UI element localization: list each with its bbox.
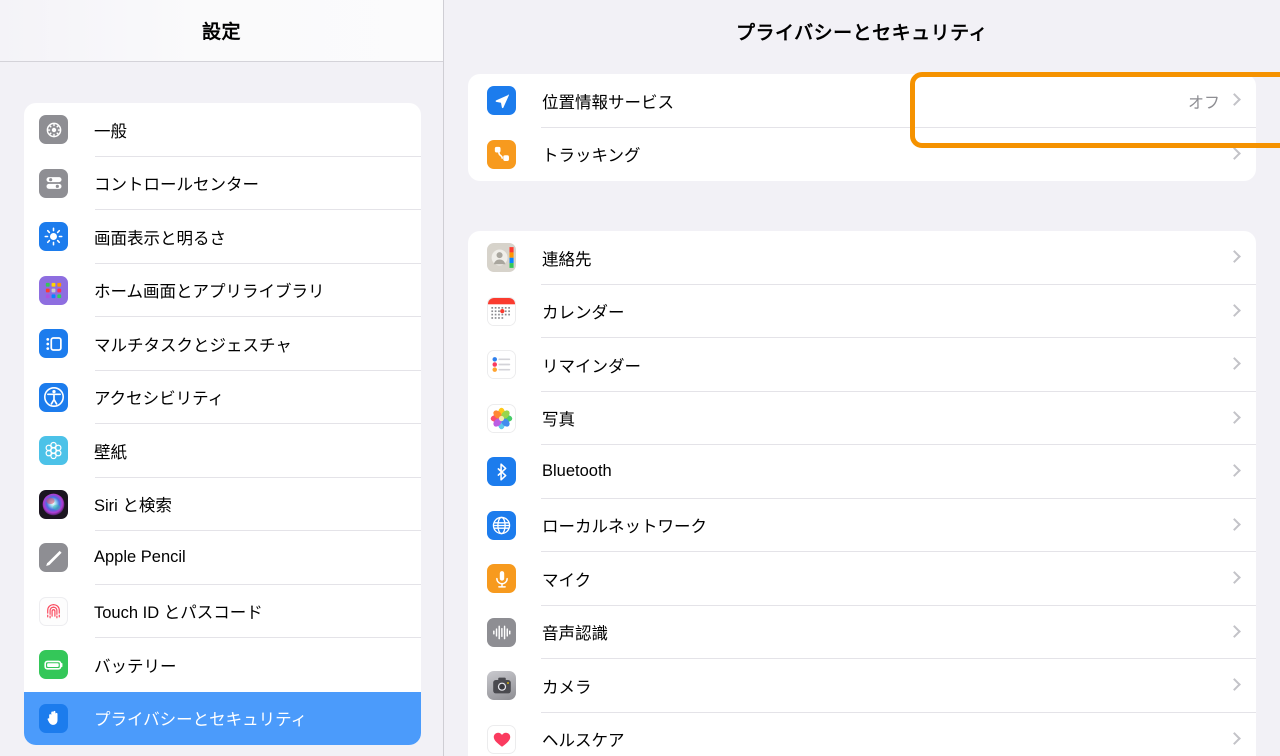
row-speech-recognition[interactable]: 音声認識	[468, 606, 1256, 659]
row-label: Bluetooth	[542, 462, 612, 481]
sidebar-item-wallpaper[interactable]: 壁紙	[24, 424, 421, 478]
chevron-right-icon	[1230, 93, 1239, 108]
row-label: 位置情報サービス	[542, 93, 674, 112]
chevron-right-icon	[1230, 678, 1239, 693]
sidebar-item-label: 画面表示と明るさ	[94, 229, 226, 248]
chevron-right-icon	[1230, 464, 1239, 479]
row-microphone[interactable]: マイク	[468, 552, 1256, 606]
row-bluetooth[interactable]: Bluetooth	[468, 445, 1256, 499]
sidebar-item-label: コントロールセンター	[94, 176, 259, 195]
gear-icon	[39, 115, 68, 145]
row-label: リマインダー	[542, 357, 641, 376]
chevron-right-icon	[1230, 304, 1239, 319]
row-contacts[interactable]: 連絡先	[468, 231, 1256, 285]
row-camera[interactable]: カメラ	[468, 659, 1256, 713]
sidebar-list: 一般 コントロールセンター 画面表示と明るさ ホーム画面とアプリライブラリ マル…	[24, 103, 421, 745]
sidebar-item-label: 一般	[94, 122, 127, 141]
sidebar-item-label: Siri と検索	[94, 497, 172, 516]
control-center-icon	[39, 168, 68, 198]
reminders-icon	[487, 350, 516, 380]
sidebar-item-touch-id[interactable]: Touch ID とパスコード	[24, 585, 421, 638]
row-label: 写真	[542, 411, 575, 430]
sidebar-item-label: バッテリー	[94, 657, 177, 676]
siri-icon	[39, 489, 68, 519]
sidebar-item-label: マルチタスクとジェスチャ	[94, 336, 292, 355]
health-icon	[487, 724, 516, 754]
sidebar-item-label: ホーム画面とアプリライブラリ	[94, 283, 325, 302]
row-label: カメラ	[542, 678, 592, 697]
chevron-right-icon	[1230, 357, 1239, 372]
location-tracking-group: 位置情報サービス オフ トラッキング	[468, 74, 1256, 181]
row-label: 連絡先	[542, 250, 592, 269]
row-reminders[interactable]: リマインダー	[468, 338, 1256, 392]
location-arrow-icon	[487, 86, 516, 116]
sidebar-header: 設定	[0, 0, 443, 62]
detail-header: プライバシーとセキュリティ	[444, 0, 1280, 62]
sidebar-item-siri-search[interactable]: Siri と検索	[24, 478, 421, 531]
accessibility-icon	[39, 382, 68, 412]
sidebar-item-label: プライバシーとセキュリティ	[94, 711, 308, 730]
sidebar-item-privacy-security[interactable]: プライバシーとセキュリティ	[24, 691, 421, 745]
chevron-right-icon	[1230, 518, 1239, 533]
apple-pencil-icon	[39, 543, 68, 573]
sidebar-item-accessibility[interactable]: アクセシビリティ	[24, 371, 421, 424]
row-label: ヘルスケア	[542, 732, 625, 751]
row-label: ローカルネットワーク	[542, 518, 707, 537]
sidebar-item-label: Touch ID とパスコード	[94, 604, 263, 623]
brightness-icon	[39, 222, 68, 252]
page-title: プライバシーとセキュリティ	[736, 22, 988, 44]
row-label: マイク	[542, 571, 592, 590]
location-services-value: オフ	[1187, 94, 1220, 112]
camera-icon	[487, 671, 516, 701]
local-network-icon	[487, 510, 516, 540]
contacts-icon	[487, 243, 516, 273]
privacy-hand-icon	[39, 703, 68, 733]
settings-sidebar: 設定 一般 コントロールセンター 画面表示と明るさ ホーム画面とアプリライブラリ…	[0, 0, 444, 756]
home-screen-icon	[39, 275, 68, 305]
sidebar-item-battery[interactable]: バッテリー	[24, 638, 421, 692]
row-local-network[interactable]: ローカルネットワーク	[468, 499, 1256, 552]
sidebar-item-label: アクセシビリティ	[94, 390, 225, 409]
chevron-right-icon	[1230, 625, 1239, 640]
battery-icon	[39, 650, 68, 680]
bluetooth-icon	[487, 457, 516, 487]
row-calendar[interactable]: カレンダー	[468, 285, 1256, 338]
multitasking-icon	[39, 329, 68, 359]
app-permissions-group: 連絡先 カレンダー リマインダー 写真 Bluetooth ローカルネットワーク…	[468, 231, 1256, 756]
row-health[interactable]: ヘルスケア	[468, 713, 1256, 756]
row-label: 音声認識	[542, 625, 608, 644]
photos-icon	[487, 403, 516, 433]
sidebar-item-label: Apple Pencil	[94, 548, 186, 567]
tracking-icon	[487, 139, 516, 169]
microphone-icon	[487, 564, 516, 594]
sidebar-item-display-brightness[interactable]: 画面表示と明るさ	[24, 210, 421, 264]
row-photos[interactable]: 写真	[468, 392, 1256, 445]
row-location-services[interactable]: 位置情報サービス オフ	[468, 74, 1256, 128]
sidebar-item-label: 壁紙	[94, 443, 127, 462]
chevron-right-icon	[1230, 411, 1239, 426]
wallpaper-icon	[39, 436, 68, 466]
speech-recognition-icon	[487, 617, 516, 647]
chevron-right-icon	[1230, 250, 1239, 265]
calendar-icon	[487, 296, 516, 326]
sidebar-item-multitasking[interactable]: マルチタスクとジェスチャ	[24, 317, 421, 371]
chevron-right-icon	[1230, 147, 1239, 162]
sidebar-item-home-screen[interactable]: ホーム画面とアプリライブラリ	[24, 264, 421, 317]
sidebar-item-apple-pencil[interactable]: Apple Pencil	[24, 531, 421, 585]
row-label: カレンダー	[542, 304, 625, 323]
chevron-right-icon	[1230, 571, 1239, 586]
row-label: トラッキング	[542, 147, 641, 166]
touch-id-icon	[39, 596, 68, 626]
detail-panel: プライバシーとセキュリティ 位置情報サービス オフ トラッキング 連絡先 カレン…	[444, 0, 1280, 756]
sidebar-item-control-center[interactable]: コントロールセンター	[24, 157, 421, 210]
sidebar-title: 設定	[201, 22, 241, 43]
chevron-right-icon	[1230, 732, 1239, 747]
row-tracking[interactable]: トラッキング	[468, 128, 1256, 182]
settings-window: 設定 一般 コントロールセンター 画面表示と明るさ ホーム画面とアプリライブラリ…	[0, 0, 1280, 756]
sidebar-item-general[interactable]: 一般	[24, 103, 421, 157]
